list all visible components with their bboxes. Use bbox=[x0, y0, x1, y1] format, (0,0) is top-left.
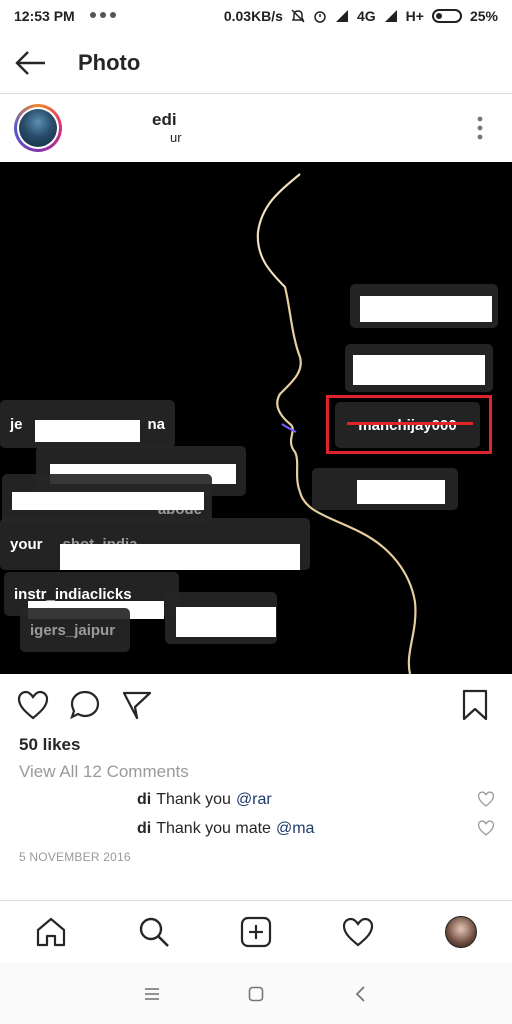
profile-avatar bbox=[444, 915, 477, 948]
network-speed: 0.03KB/s bbox=[223, 8, 283, 24]
comment-username[interactable]: di bbox=[137, 791, 151, 809]
menu-icon bbox=[145, 987, 159, 1000]
view-all-comments-link[interactable]: View All 12 Comments bbox=[19, 762, 189, 782]
app-bar: Photo bbox=[0, 32, 512, 94]
system-home-button[interactable] bbox=[241, 979, 271, 1009]
post-location[interactable]: ur bbox=[170, 130, 182, 146]
tag-label: igers_jaipur bbox=[30, 621, 116, 639]
comment-text: Thank you bbox=[156, 791, 231, 808]
activity-heart-icon bbox=[343, 917, 374, 946]
heart-icon bbox=[477, 820, 495, 836]
bookmark-icon bbox=[462, 689, 488, 721]
network-type: 4G bbox=[356, 8, 376, 24]
recent-apps-button[interactable] bbox=[137, 979, 167, 1009]
system-back-button[interactable] bbox=[345, 979, 375, 1009]
battery-icon bbox=[431, 9, 462, 23]
post-header: edi ur bbox=[0, 95, 512, 161]
redaction bbox=[35, 420, 140, 442]
network-type-2: H+ bbox=[405, 8, 424, 24]
redaction bbox=[353, 355, 485, 385]
comment-text: Thank you mate bbox=[156, 820, 271, 837]
back-button[interactable] bbox=[0, 32, 62, 94]
likes-count[interactable]: 50 likes bbox=[19, 735, 80, 755]
more-vertical-icon bbox=[477, 116, 483, 140]
home-square-icon bbox=[248, 986, 264, 1001]
comment-mention[interactable]: @ma bbox=[276, 820, 314, 838]
post-username[interactable]: edi bbox=[152, 110, 182, 130]
comment-icon bbox=[70, 690, 100, 720]
save-button[interactable] bbox=[458, 688, 492, 722]
like-button[interactable] bbox=[16, 688, 50, 722]
signal-icon-2 bbox=[384, 9, 398, 23]
share-button[interactable] bbox=[120, 688, 154, 722]
post-photo[interactable]: je na manchijay000 abode your shot_india… bbox=[0, 162, 512, 674]
comment-like-button[interactable] bbox=[477, 791, 495, 809]
battery-percent: 25% bbox=[469, 8, 498, 24]
alarm-icon bbox=[313, 9, 327, 23]
highlight-box bbox=[326, 395, 492, 454]
redaction bbox=[357, 480, 445, 504]
post-date: 5 NOVEMBER 2016 bbox=[19, 850, 131, 864]
avatar[interactable] bbox=[14, 104, 62, 152]
search-icon bbox=[139, 917, 169, 947]
comment-mention[interactable]: @rar bbox=[236, 791, 272, 809]
photo-tag[interactable]: igers_jaipur bbox=[20, 608, 130, 652]
signal-icon bbox=[335, 9, 349, 23]
heart-icon bbox=[477, 791, 495, 807]
comment-row: di Thank you mate @ma bbox=[19, 817, 495, 841]
nav-add-button[interactable] bbox=[234, 910, 278, 954]
nav-home-button[interactable] bbox=[29, 910, 73, 954]
status-bar: 12:53 PM 0.03KB/s 4G H+ 25% bbox=[0, 0, 512, 32]
tag-label: na bbox=[147, 415, 165, 433]
status-time: 12:53 PM bbox=[14, 8, 75, 24]
redaction bbox=[176, 607, 276, 637]
arrow-left-icon bbox=[15, 50, 45, 75]
tag-label: je bbox=[10, 415, 23, 433]
comment-row: di Thank you @rar bbox=[19, 788, 495, 812]
mute-icon bbox=[291, 9, 305, 23]
comment-like-button[interactable] bbox=[477, 820, 495, 838]
redaction bbox=[12, 492, 204, 510]
back-chevron-icon bbox=[355, 985, 365, 1002]
nav-search-button[interactable] bbox=[132, 910, 176, 954]
redaction bbox=[60, 544, 300, 570]
nav-activity-button[interactable] bbox=[336, 910, 380, 954]
more-options-button[interactable] bbox=[460, 108, 500, 148]
avatar-image bbox=[19, 109, 57, 147]
redaction bbox=[360, 296, 492, 322]
post-actions bbox=[0, 680, 512, 730]
notification-icons bbox=[89, 8, 127, 25]
comment-button[interactable] bbox=[68, 688, 102, 722]
bottom-nav bbox=[0, 900, 512, 962]
tag-label: your bbox=[10, 535, 43, 553]
tag-label: instr_indiaclicks bbox=[14, 585, 132, 603]
home-icon bbox=[37, 917, 66, 946]
send-icon bbox=[122, 691, 152, 720]
page-title: Photo bbox=[78, 49, 141, 75]
comment-username[interactable]: di bbox=[137, 820, 151, 838]
add-icon bbox=[240, 916, 272, 947]
heart-icon bbox=[17, 690, 49, 720]
nav-profile-button[interactable] bbox=[439, 910, 483, 954]
system-nav-bar bbox=[0, 963, 512, 1024]
